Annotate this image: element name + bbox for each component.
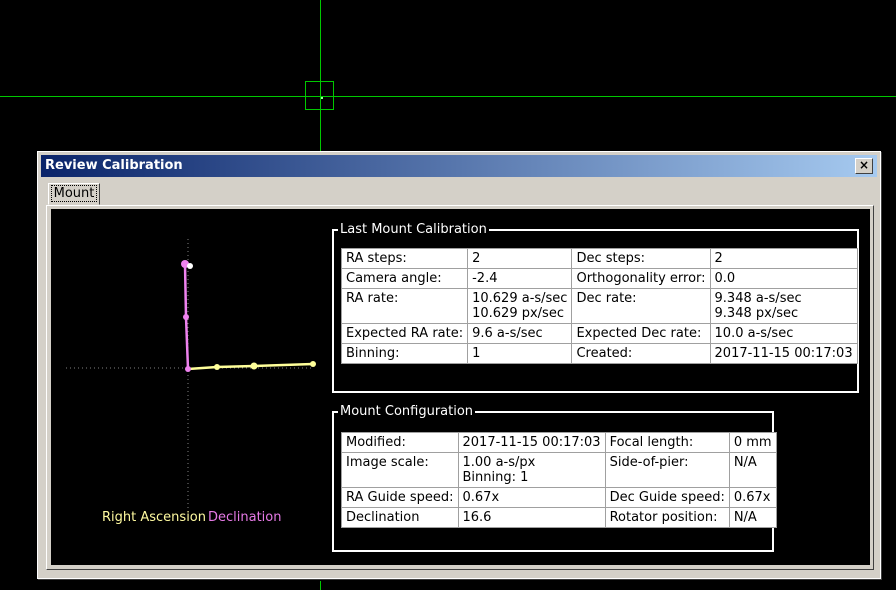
field-label: Expected Dec rate:: [571, 323, 711, 344]
table-row: RA Guide speed: 0.67x Dec Guide speed: 0.67…: [341, 487, 777, 508]
ra-point: [250, 362, 258, 370]
field-value: 0.0: [709, 268, 858, 289]
field-value: 2: [467, 248, 573, 269]
legend-dec: Declination: [208, 510, 282, 525]
table-row: RA rate: 10.629 a-s/sec 10.629 px/sec Dec …: [340, 288, 858, 324]
field-label: Dec steps:: [571, 248, 711, 269]
table-row: Image scale: 1.00 a-s/px Binning: 1 Side-o…: [341, 452, 777, 488]
field-value: 10.0 a-s/sec: [709, 323, 858, 344]
field-value: 10.629 a-s/sec 10.629 px/sec: [467, 288, 573, 324]
tab-mount-label: Mount: [50, 185, 98, 202]
ra-series: [187, 361, 316, 371]
dec-point: [183, 314, 189, 320]
field-value: N/A: [728, 507, 777, 528]
field-label: Modified:: [341, 432, 459, 453]
field-value: N/A: [728, 452, 777, 488]
close-icon: ×: [858, 158, 870, 172]
field-label: Dec rate:: [571, 288, 711, 324]
field-label: Orthogonality error:: [571, 268, 711, 289]
field-label: Camera angle:: [340, 268, 469, 289]
field-label: RA rate:: [340, 288, 469, 324]
field-label: Expected RA rate:: [340, 323, 469, 344]
field-value: 16.6: [457, 507, 606, 528]
legend-ra: Right Ascension: [102, 510, 206, 525]
ra-point: [310, 361, 316, 367]
tab-mount[interactable]: Mount: [48, 183, 100, 205]
field-label: Binning:: [340, 343, 469, 364]
table-row: Camera angle: -2.4 Orthogonality error: 0.0: [340, 268, 858, 289]
guide-star-box: [305, 81, 334, 110]
field-value: 0.67x: [457, 487, 606, 508]
field-label: Created:: [571, 343, 711, 364]
mount-config-title: Mount Configuration: [340, 404, 474, 419]
graph-axes: [66, 239, 313, 516]
table-row: Declination 16.6 Rotator position: N/A: [341, 507, 777, 528]
field-label: Dec Guide speed:: [604, 487, 730, 508]
last-calibration-table: RA steps: 2 Dec steps: 2 Camera angle: -2.4 Or…: [340, 248, 858, 364]
guide-star: [321, 97, 323, 99]
field-label: Focal length:: [604, 432, 730, 453]
table-row: Modified: 2017-11-15 00:17:03 Focal length…: [341, 432, 777, 453]
field-value: 0 mm: [728, 432, 777, 453]
field-label: RA Guide speed:: [341, 487, 459, 508]
field-value: 2017-11-15 00:17:03: [457, 432, 606, 453]
dec-point: [187, 263, 193, 269]
field-value: -2.4: [467, 268, 573, 289]
dec-series: [181, 260, 193, 372]
title-bar[interactable]: Review Calibration ×: [41, 155, 877, 177]
field-value: 1.00 a-s/px Binning: 1: [457, 452, 606, 488]
crosshair-horizontal: [0, 96, 896, 97]
close-button[interactable]: ×: [855, 158, 873, 174]
last-calibration-title: Last Mount Calibration: [340, 222, 487, 237]
window-title: Review Calibration: [45, 158, 183, 173]
field-value: 9.348 a-s/sec 9.348 px/sec: [709, 288, 858, 324]
field-value: 9.6 a-s/sec: [467, 323, 573, 344]
field-label: RA steps:: [340, 248, 469, 269]
dec-point: [185, 366, 191, 372]
field-value: 0.67x: [728, 487, 777, 508]
field-value: 1: [467, 343, 573, 364]
mount-config-table: Modified: 2017-11-15 00:17:03 Focal length…: [341, 432, 777, 528]
table-row: Expected RA rate: 9.6 a-s/sec Expected Dec…: [340, 323, 858, 344]
field-label: Side-of-pier:: [604, 452, 730, 488]
field-label: Image scale:: [341, 452, 459, 488]
table-row: Binning: 1 Created: 2017-11-15 00:17:03: [340, 343, 858, 364]
ra-point: [214, 364, 220, 370]
field-label: Rotator position:: [604, 507, 730, 528]
field-value: 2017-11-15 00:17:03: [709, 343, 858, 364]
field-value: 2: [709, 248, 858, 269]
field-label: Declination: [341, 507, 459, 528]
table-row: RA steps: 2 Dec steps: 2: [340, 248, 858, 269]
